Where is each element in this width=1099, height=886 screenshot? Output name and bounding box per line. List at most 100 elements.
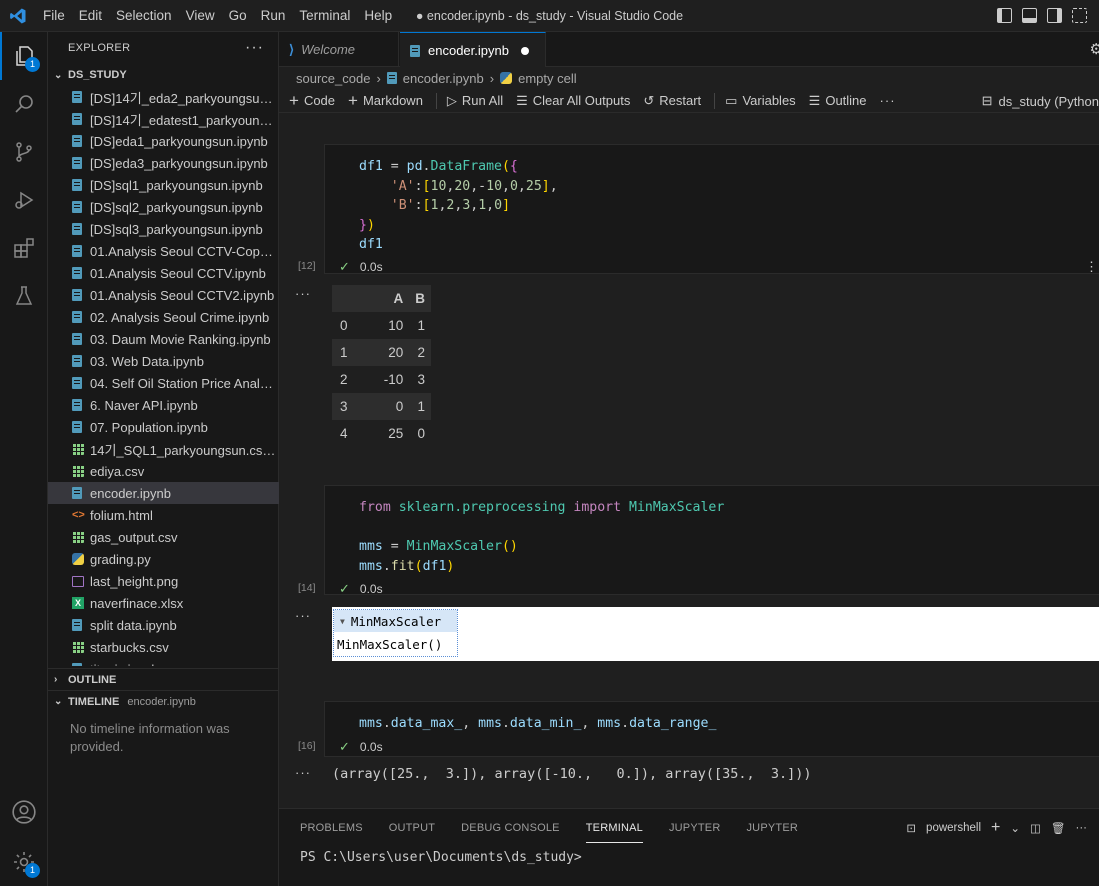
python-icon: [500, 72, 513, 84]
toggle-secondary-sidebar-icon[interactable]: [1047, 8, 1062, 23]
variables-button[interactable]: ▭ Variables: [725, 93, 796, 109]
notebook-file-icon: [72, 201, 90, 213]
outline-section-header[interactable]: › OUTLINE: [48, 668, 279, 690]
kernel-icon: ⊟: [981, 93, 993, 108]
menu-item-run[interactable]: Run: [254, 0, 293, 32]
file-item[interactable]: 14기_SQL1_parkyoungsun.csv.csv: [48, 438, 279, 460]
shell-name[interactable]: powershell: [926, 822, 981, 834]
file-item[interactable]: last_height.png: [48, 570, 279, 592]
panel-tab-terminal[interactable]: TERMINAL: [585, 822, 644, 843]
file-item[interactable]: 6. Naver API.ipynb: [48, 394, 279, 416]
file-item[interactable]: starbucks.csv: [48, 636, 279, 658]
menu-item-view[interactable]: View: [179, 0, 222, 32]
file-item[interactable]: [DS]eda1_parkyoungsun.ipynb: [48, 130, 279, 152]
plus-icon: +: [289, 90, 299, 110]
file-item[interactable]: [DS]sql3_parkyoungsun.ipynb: [48, 218, 279, 240]
output-more-icon[interactable]: ···: [295, 286, 311, 301]
split-terminal-icon[interactable]: ◫: [1030, 821, 1041, 835]
search-icon[interactable]: [0, 80, 48, 128]
panel-tab-debug-console[interactable]: DEBUG CONSOLE: [461, 822, 560, 834]
file-item[interactable]: 04. Self Oil Station Price Analysis.ipyn…: [48, 372, 279, 394]
panel-tab-jupyter[interactable]: JUPYTER: [669, 822, 721, 834]
file-item[interactable]: [DS]sql1_parkyoungsun.ipynb: [48, 174, 279, 196]
toggle-primary-sidebar-icon[interactable]: [997, 8, 1012, 23]
file-item[interactable]: 02. Analysis Seoul Crime.ipynb: [48, 306, 279, 328]
customize-layout-icon[interactable]: [1072, 8, 1087, 23]
cell-14-code[interactable]: from sklearn.preprocessing import MinMax…: [325, 486, 1099, 576]
file-item[interactable]: grading.py: [48, 548, 279, 570]
menu-item-help[interactable]: Help: [357, 0, 399, 32]
manage-gear-icon[interactable]: 1: [0, 838, 48, 886]
file-item[interactable]: ediya.csv: [48, 460, 279, 482]
restart-button[interactable]: ↺ Restart: [643, 93, 701, 109]
file-item[interactable]: encoder.ipynb: [48, 482, 279, 504]
file-item[interactable]: split data.ipynb: [48, 614, 279, 636]
panel-tab-jupyter[interactable]: JUPYTER: [746, 822, 798, 834]
menu-item-selection[interactable]: Selection: [109, 0, 179, 32]
more-actions-icon[interactable]: ···: [245, 39, 264, 57]
cell-16-code[interactable]: mms.data_max_, mms.data_min_, mms.data_r…: [325, 702, 1099, 734]
file-item[interactable]: [DS]14기_edatest1_parkyoungsun.ipynb: [48, 108, 279, 130]
more-toolbar-icon[interactable]: ···: [880, 93, 896, 108]
estimator-header[interactable]: ▼ MinMaxScaler: [334, 610, 457, 632]
file-item[interactable]: 03. Daum Movie Ranking.ipynb: [48, 328, 279, 350]
breadcrumb-folder[interactable]: source_code: [296, 71, 370, 86]
breadcrumb-cell[interactable]: empty cell: [518, 71, 577, 86]
notebook-file-icon: [72, 289, 90, 301]
timeline-section-header[interactable]: ⌄ TIMELINE encoder.ipynb: [48, 690, 279, 712]
file-item[interactable]: 01.Analysis Seoul CCTV.ipynb: [48, 262, 279, 284]
file-item[interactable]: 07. Population.ipynb: [48, 416, 279, 438]
output-more-icon[interactable]: ···: [295, 608, 311, 623]
panel-tab-output[interactable]: OUTPUT: [389, 822, 435, 834]
chevron-down-icon[interactable]: ⌄: [1010, 821, 1020, 835]
cell-12-code[interactable]: df1 = pd.DataFrame({ 'A':[10,20,-10,0,25…: [325, 145, 1099, 255]
add-code-cell-button[interactable]: + Code: [289, 91, 335, 111]
outline-button[interactable]: ☰ Outline: [809, 93, 867, 109]
more-actions-icon[interactable]: ···: [1076, 822, 1088, 834]
toggle-panel-icon[interactable]: [1022, 8, 1037, 23]
settings-gear-icon[interactable]: ⚙: [1090, 40, 1099, 58]
new-terminal-plus-icon[interactable]: +: [991, 819, 1000, 837]
folder-header[interactable]: ⌄ DS_STUDY: [48, 64, 278, 86]
run-debug-icon[interactable]: [0, 176, 48, 224]
file-item[interactable]: [DS]sql2_parkyoungsun.ipynb: [48, 196, 279, 218]
image-file-icon: [72, 575, 90, 587]
file-item[interactable]: [DS]14기_eda2_parkyoungsun.ipynb: [48, 86, 279, 108]
output-more-icon[interactable]: ···: [295, 765, 311, 780]
testing-flask-icon[interactable]: [0, 272, 48, 320]
file-item[interactable]: <> folium.html: [48, 504, 279, 526]
estimator-box[interactable]: ▼ MinMaxScaler MinMaxScaler(): [333, 609, 458, 657]
restart-label: Restart: [659, 93, 702, 108]
file-item[interactable]: [DS]eda3_parkyoungsun.ipynb: [48, 152, 279, 174]
extensions-icon[interactable]: [0, 224, 48, 272]
tab-welcome[interactable]: ⟩ Welcome: [279, 32, 399, 67]
code-cell-12[interactable]: df1 = pd.DataFrame({ 'A':[10,20,-10,0,25…: [324, 144, 1099, 274]
timeline-file: encoder.ipynb: [127, 695, 196, 708]
file-item[interactable]: 01.Analysis Seoul CCTV-Copy1.ipynb: [48, 240, 279, 262]
source-control-icon[interactable]: [0, 128, 48, 176]
code-cell-14[interactable]: from sklearn.preprocessing import MinMax…: [324, 485, 1099, 595]
code-cell-16[interactable]: mms.data_max_, mms.data_min_, mms.data_r…: [324, 701, 1099, 757]
menu-item-edit[interactable]: Edit: [72, 0, 109, 32]
breadcrumb-file[interactable]: encoder.ipynb: [403, 71, 484, 86]
menu-item-terminal[interactable]: Terminal: [292, 0, 357, 32]
terminal-prompt[interactable]: PS C:\Users\user\Documents\ds_study>: [300, 850, 582, 865]
file-item[interactable]: gas_output.csv: [48, 526, 279, 548]
trash-icon[interactable]: 🗑: [1051, 821, 1066, 835]
run-all-button[interactable]: ▷ Run All: [447, 93, 503, 109]
file-item[interactable]: Xnaverfinace.xlsx: [48, 592, 279, 614]
clear-all-outputs-button[interactable]: ☰ Clear All Outputs: [516, 93, 630, 109]
panel-tab-problems[interactable]: PROBLEMS: [300, 822, 363, 834]
accounts-icon[interactable]: [0, 788, 48, 836]
add-markdown-cell-button[interactable]: + Markdown: [348, 91, 423, 111]
tab-encoder[interactable]: encoder.ipynb: [400, 32, 546, 68]
kernel-picker[interactable]: ⊟ ds_study (Python: [982, 89, 1099, 113]
file-item[interactable]: 01.Analysis Seoul CCTV2.ipynb: [48, 284, 279, 306]
menu-item-file[interactable]: File: [36, 0, 72, 32]
cell-menu-icon[interactable]: ⋮: [1085, 259, 1098, 275]
file-item[interactable]: 03. Web Data.ipynb: [48, 350, 279, 372]
unsaved-dot-icon[interactable]: [520, 46, 529, 55]
menu-item-go[interactable]: Go: [222, 0, 254, 32]
explorer-icon[interactable]: 1: [0, 32, 48, 80]
file-item[interactable]: titanic.ipynb: [48, 658, 279, 666]
